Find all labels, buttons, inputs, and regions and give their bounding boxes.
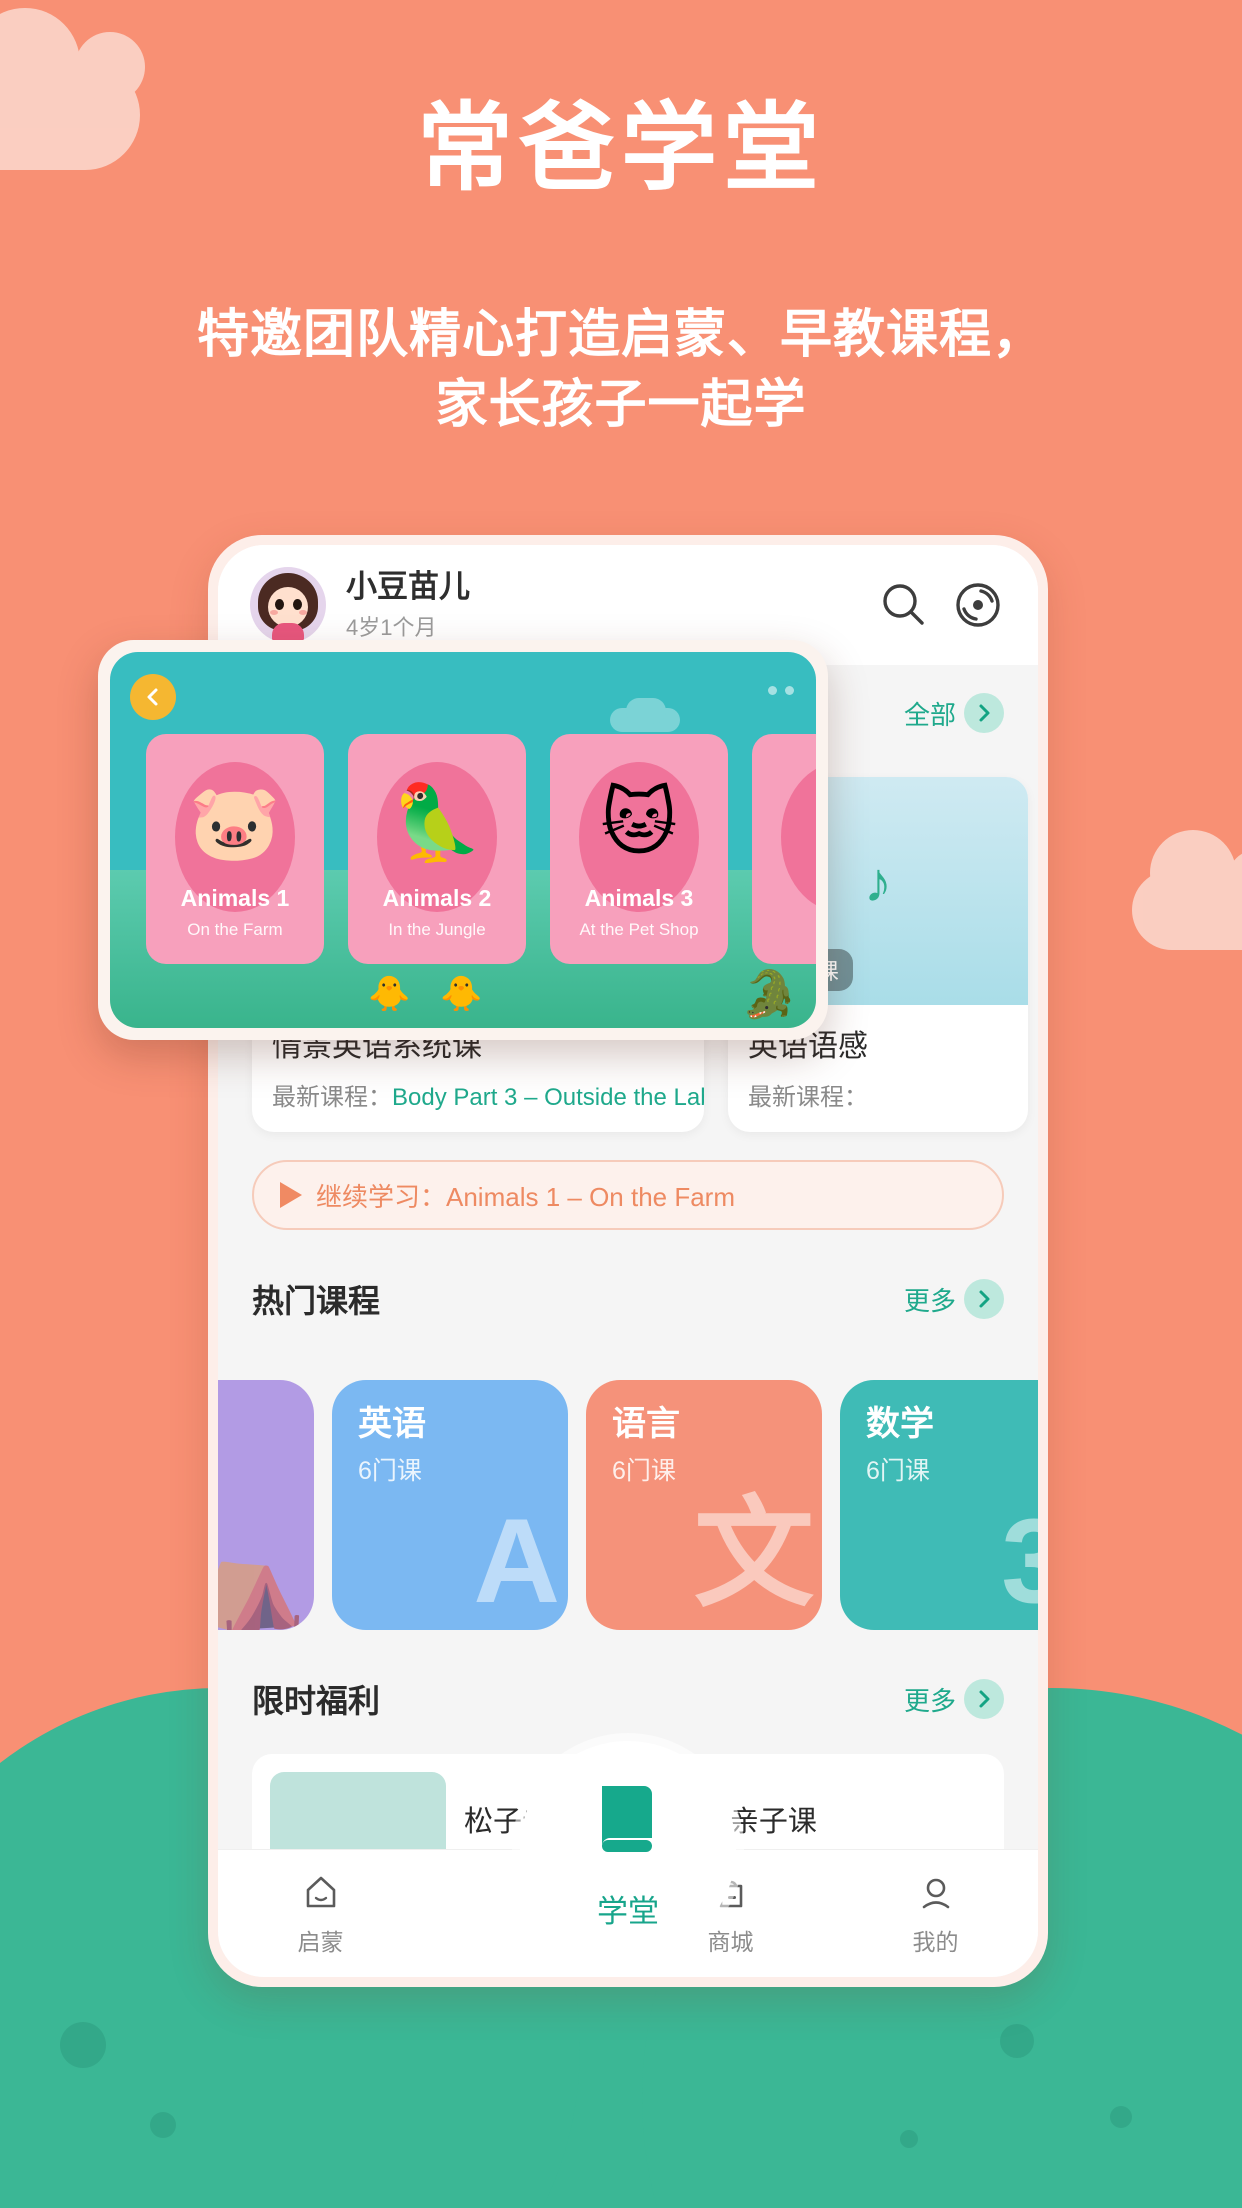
- cloud-decoration-right: [1132, 830, 1242, 950]
- tab-label: 我的: [912, 1928, 959, 1955]
- category-card-english[interactable]: 英语 6门课 A: [332, 1380, 568, 1630]
- all-link[interactable]: 全部: [904, 693, 1004, 733]
- overlay-dots: [768, 686, 794, 695]
- category-name: 英语: [358, 1405, 426, 1443]
- lesson-card-row: 🐷 Animals 1 On the Farm 🦜 Animals 2 In t…: [146, 734, 816, 964]
- hot-section-title: 热门课程: [252, 1283, 381, 1319]
- latest-prefix: 最新课程：: [748, 1084, 868, 1111]
- all-label: 全部: [903, 699, 956, 730]
- user-age: 4岁1个月: [346, 615, 437, 641]
- book-icon: [602, 1785, 652, 1852]
- category-count: 6门课: [358, 1457, 422, 1486]
- chick-icon: 🐥: [368, 975, 411, 1013]
- lesson-overlay-inner: 🐷 Animals 1 On the Farm 🦜 Animals 2 In t…: [110, 652, 816, 1028]
- pig-icon: 🐷: [188, 781, 282, 864]
- lesson-subtitle: At the Pet Shop: [579, 920, 699, 939]
- lesson-card[interactable]: 🐷 Animals 1 On the Farm: [146, 734, 324, 964]
- cloud-icon: [626, 698, 666, 724]
- category-card-language[interactable]: 语言 6门课 文: [586, 1380, 822, 1630]
- lesson-title: Animals 1: [180, 885, 290, 911]
- home-icon: [306, 1876, 335, 1907]
- lesson-overlay-card[interactable]: 🐷 Animals 1 On the Farm 🦜 Animals 2 In t…: [98, 640, 828, 1040]
- hot-section-row: 热门课程 更多: [218, 1244, 1038, 1354]
- character-wen-icon: 文: [694, 1487, 814, 1621]
- category-count: 8门课: [218, 1451, 314, 1487]
- lesson-subtitle: On the Farm: [187, 920, 283, 939]
- page-subtitle: 特邀团队精心打造启蒙、早教课程， 家长孩子一起学: [0, 300, 1242, 440]
- welfare-section-title: 限时福利: [252, 1683, 381, 1719]
- lesson-card[interactable]: 🦜 Animals 2 In the Jungle: [348, 734, 526, 964]
- dot-decoration: [1000, 2024, 1034, 2058]
- chevron-right-icon: [964, 693, 1004, 733]
- tab-label: 商城: [707, 1928, 754, 1955]
- welfare-more-link[interactable]: 更多: [904, 1679, 1004, 1719]
- vinyl-record-icon[interactable]: [950, 577, 1006, 633]
- cat-icon: 🐱: [600, 781, 678, 864]
- category-name: 数学: [866, 1405, 934, 1443]
- dot-decoration: [1110, 2106, 1132, 2128]
- dot-decoration: [150, 2112, 176, 2138]
- lesson-card[interactable]: [752, 734, 816, 964]
- page-title: 常爸学堂: [417, 95, 825, 202]
- play-icon: [280, 1182, 302, 1208]
- category-card-row: 训练营 8门课 ⛺ 英语 6门课 A 语言 6门课 文: [218, 1380, 1038, 1630]
- avatar[interactable]: [250, 567, 326, 643]
- profile-block[interactable]: 小豆苗儿 4岁1个月: [346, 568, 858, 642]
- category-card-bootcamp[interactable]: 训练营 8门课 ⛺: [218, 1380, 314, 1630]
- continue-label: 继续学习：Animals 1 – On the Farm: [316, 1181, 735, 1212]
- course-latest-lesson: 最新课程：Body Part 3 – Outside the Lab: [272, 1077, 704, 1112]
- lesson-subtitle: In the Jungle: [388, 920, 486, 939]
- hot-more-link[interactable]: 更多: [904, 1279, 1004, 1319]
- letter-a-icon: A: [473, 1494, 560, 1628]
- category-name: 语言: [612, 1405, 680, 1443]
- promo-screenshot: 常爸学堂 特邀团队精心打造启蒙、早教课程， 家长孩子一起学 小豆苗儿 4岁1个月: [0, 0, 1242, 2208]
- chevron-right-icon: [964, 1279, 1004, 1319]
- tab-xuetang[interactable]: 学堂: [520, 1741, 736, 1957]
- welfare-section-row: 限时福利 更多: [218, 1644, 1038, 1754]
- lesson-title: Animals 2: [382, 885, 492, 911]
- search-icon[interactable]: [876, 577, 932, 633]
- subtitle-line-1: 特邀团队精心打造启蒙、早教课程，: [196, 306, 1045, 364]
- category-count: 6门课: [866, 1457, 930, 1486]
- more-label: 更多: [903, 1685, 956, 1716]
- dot-decoration: [60, 2022, 106, 2068]
- parrot-icon: 🦜: [390, 781, 484, 864]
- lesson-card[interactable]: 🐱 Animals 3 At the Pet Shop: [550, 734, 728, 964]
- chevron-right-icon: [964, 1679, 1004, 1719]
- crocodile-icon: 🐊: [740, 968, 798, 1020]
- more-label: 更多: [903, 1285, 956, 1316]
- tab-qimeng[interactable]: 启蒙: [218, 1850, 423, 1977]
- tab-label: 学堂: [597, 1893, 659, 1929]
- lesson-title: Animals 3: [584, 885, 694, 911]
- latest-value: Body Part 3 – Outside the Lab: [392, 1084, 704, 1111]
- back-arrow-icon[interactable]: [130, 674, 176, 720]
- latest-prefix: 最新课程：: [272, 1084, 392, 1111]
- dot-decoration: [900, 2130, 918, 2148]
- number-three-icon: 3: [1001, 1494, 1038, 1628]
- user-name: 小豆苗儿: [346, 568, 470, 604]
- category-card-math[interactable]: 数学 6门课 3: [840, 1380, 1038, 1630]
- tent-icon: ⛺: [218, 1526, 306, 1630]
- continue-learning-bar[interactable]: 继续学习：Animals 1 – On the Farm: [252, 1160, 1004, 1230]
- category-name: 训练营: [218, 1406, 314, 1443]
- person-icon: [922, 1878, 949, 1908]
- tab-wode[interactable]: 我的: [833, 1850, 1038, 1977]
- chick-icon: 🐥: [440, 975, 483, 1013]
- subtitle-line-2: 家长孩子一起学: [435, 376, 807, 435]
- tab-label: 启蒙: [297, 1928, 344, 1955]
- course-latest-lesson: 最新课程：: [748, 1077, 1008, 1112]
